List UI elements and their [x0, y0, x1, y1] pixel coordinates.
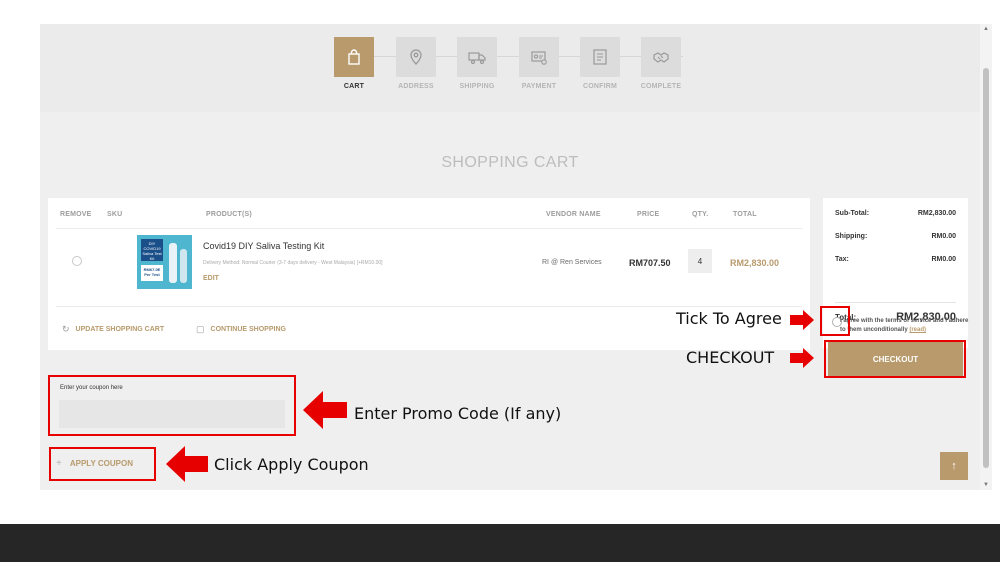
- handshake-icon: [641, 37, 681, 77]
- tick-to-agree-annotation: Tick To Agree: [676, 309, 782, 328]
- truck-icon: [457, 37, 497, 77]
- refresh-icon: ↻: [62, 324, 70, 334]
- thumbnail-tube-graphic: [180, 249, 187, 283]
- right-arrow-icon: [790, 348, 814, 368]
- product-thumbnail[interactable]: DIY COVID19 Saliva Test Kit RM67.0E Per …: [137, 235, 192, 289]
- payment-icon: [519, 37, 559, 77]
- thumbnail-tube-graphic: [169, 243, 177, 283]
- agree-terms-text: I agree with the terms of service and I …: [840, 317, 972, 335]
- checkout-highlight-box: [824, 340, 966, 378]
- scroll-to-top-button[interactable]: ↑: [940, 452, 968, 480]
- apply-coupon-annotation: Click Apply Coupon: [214, 455, 369, 474]
- confirm-icon: [580, 37, 620, 77]
- left-arrow-icon: [166, 446, 208, 482]
- step-address[interactable]: ADDRESS: [386, 37, 446, 90]
- step-cart[interactable]: CART: [324, 37, 384, 90]
- vendor-name: RI @ Ren Services: [542, 259, 602, 266]
- product-name-link[interactable]: Covid19 DIY Saliva Testing Kit: [203, 241, 324, 251]
- quantity-field[interactable]: 4: [688, 249, 712, 273]
- subtotal-row: Sub-Total: RM2,830.00: [835, 210, 956, 217]
- agree-terms-label: I agree with the terms of service and I …: [840, 318, 969, 333]
- divider: [835, 302, 956, 303]
- map-pin-icon: [396, 37, 436, 77]
- tax-value: RM0.00: [931, 256, 956, 263]
- checkout-annotation: CHECKOUT: [686, 348, 775, 367]
- edit-item-link[interactable]: EDIT: [203, 275, 219, 282]
- subtotal-value: RM2,830.00: [917, 210, 956, 217]
- remove-item-radio[interactable]: [72, 256, 82, 266]
- divider: [56, 306, 802, 307]
- agree-highlight-box: [820, 306, 850, 336]
- step-label: CART: [343, 83, 365, 90]
- step-confirm[interactable]: CONFIRM: [570, 37, 630, 90]
- read-terms-link[interactable]: (read): [909, 327, 926, 333]
- bag-icon: ▢: [196, 324, 205, 334]
- column-header-sku: SKU: [107, 211, 123, 218]
- arrow-up-icon: ↑: [951, 460, 957, 472]
- step-label: CONFIRM: [582, 83, 618, 90]
- item-total: RM2,830.00: [730, 258, 780, 268]
- step-label: COMPLETE: [640, 83, 682, 90]
- column-header-remove: REMOVE: [60, 211, 92, 218]
- subtotal-label: Sub-Total:: [835, 210, 870, 217]
- update-cart-label: UPDATE SHOPPING CART: [75, 326, 165, 333]
- scroll-up-arrow-icon[interactable]: ▲: [980, 24, 992, 34]
- page-scrollbar[interactable]: ▲ ▼: [980, 24, 992, 490]
- tax-row: Tax: RM0.00: [835, 256, 956, 263]
- left-arrow-icon: [303, 391, 347, 429]
- right-arrow-icon: [790, 310, 814, 330]
- tax-label: Tax:: [835, 256, 849, 263]
- coupon-highlight-box: [48, 375, 296, 436]
- column-header-vendor: VENDOR NAME: [546, 211, 601, 218]
- step-shipping[interactable]: SHIPPING: [447, 37, 507, 90]
- step-complete[interactable]: COMPLETE: [631, 37, 691, 90]
- item-price: RM707.50: [629, 258, 671, 268]
- step-label: PAYMENT: [521, 83, 557, 90]
- update-cart-button[interactable]: ↻ UPDATE SHOPPING CART: [62, 324, 164, 335]
- shipping-label: Shipping:: [835, 233, 868, 240]
- column-header-qty: QTY.: [692, 211, 709, 218]
- column-header-total: TOTAL: [733, 211, 757, 218]
- step-label: ADDRESS: [398, 83, 434, 90]
- bag-icon: [334, 37, 374, 77]
- divider: [56, 228, 802, 229]
- continue-shopping-label: CONTINUE SHOPPING: [210, 326, 286, 333]
- shipping-value: RM0.00: [931, 233, 956, 240]
- scroll-down-arrow-icon[interactable]: ▼: [980, 480, 992, 490]
- step-label: SHIPPING: [459, 83, 495, 90]
- product-delivery-method: Delivery Method: Normal Courier (3-7 day…: [203, 260, 383, 266]
- apply-coupon-highlight-box: [49, 447, 156, 481]
- scrollbar-thumb[interactable]: [983, 68, 989, 468]
- footer-bar: [0, 524, 1000, 562]
- column-header-product: PRODUCT(S): [206, 211, 252, 218]
- thumbnail-kit-label: DIY COVID19 Saliva Test Kit: [141, 239, 163, 261]
- step-payment[interactable]: PAYMENT: [509, 37, 569, 90]
- column-header-price: PRICE: [637, 211, 660, 218]
- continue-shopping-button[interactable]: ▢ CONTINUE SHOPPING: [196, 324, 286, 335]
- page-title: SHOPPING CART: [441, 154, 579, 171]
- shipping-row: Shipping: RM0.00: [835, 233, 956, 240]
- page: CART ADDRESS SHIPPING PAYMENT CONFIRM CO…: [0, 0, 1000, 562]
- checkout-steps: CART ADDRESS SHIPPING PAYMENT CONFIRM CO…: [40, 24, 980, 112]
- promo-code-annotation: Enter Promo Code (If any): [354, 404, 562, 423]
- thumbnail-price-label: RM67.0E Per Test: [141, 265, 163, 281]
